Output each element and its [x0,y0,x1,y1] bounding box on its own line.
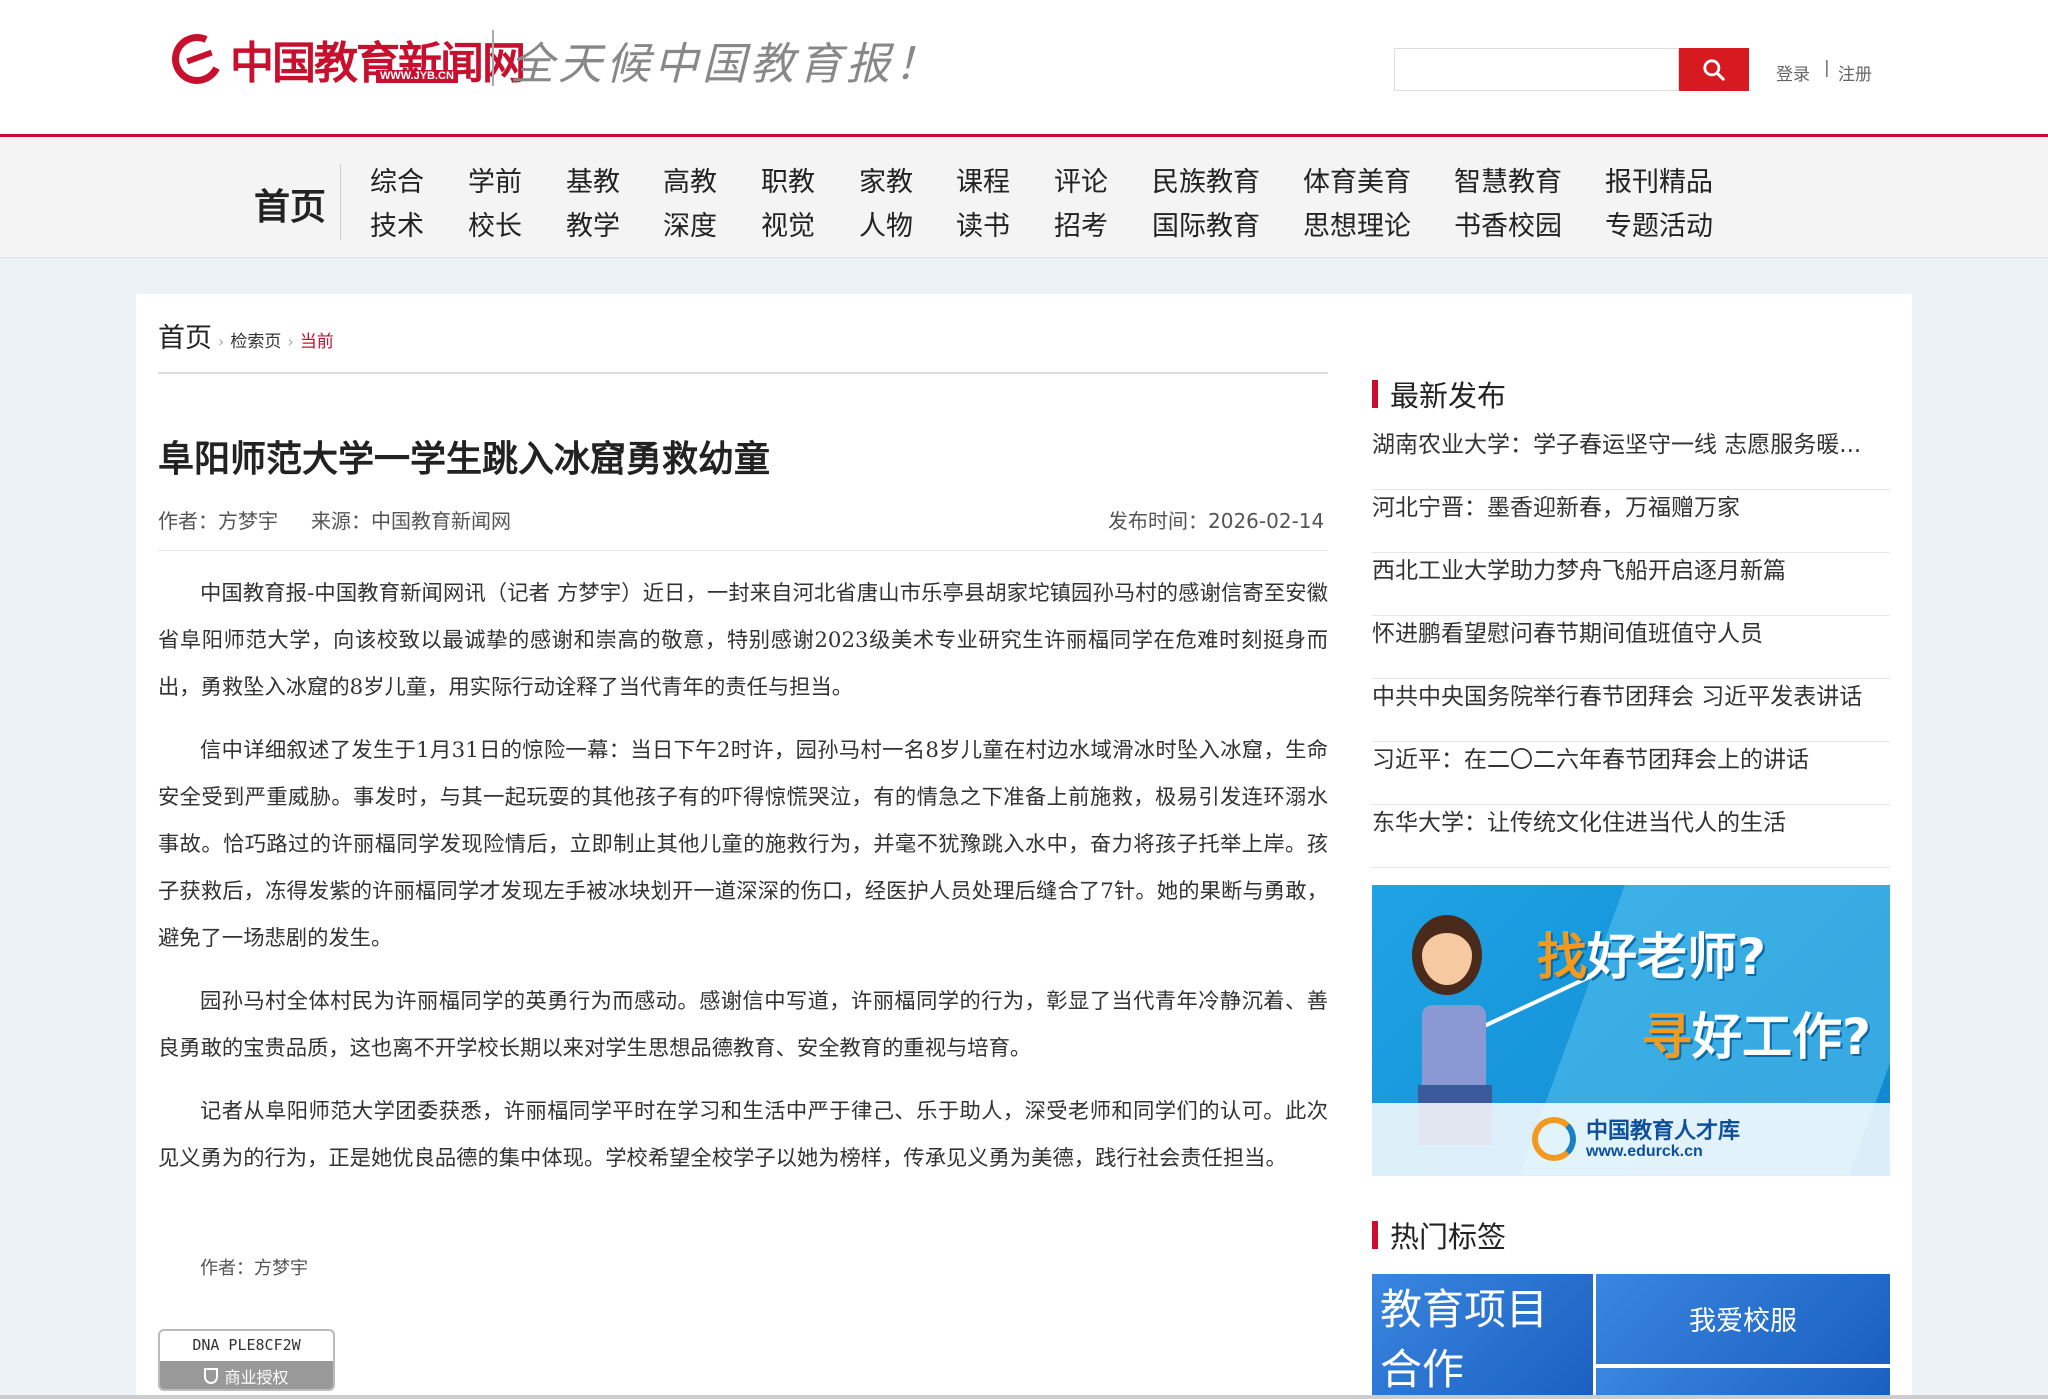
section-marker [1372,1221,1378,1249]
article-paragraph: 信中详细叙述了发生于1月31日的惊险一幕：当日下午2时许，园孙马村一名8岁儿童在… [158,738,1328,951]
latest-news-item[interactable]: 湖南农业大学：学子春运坚守一线 志愿服务暖... [1372,427,1890,490]
hot-tag-tile[interactable]: 教育项目合作 [1372,1274,1593,1399]
nav-item[interactable]: 评论 [1054,160,1108,199]
ad-text: 好工作? [1692,1008,1872,1066]
teacher-illustration [1412,915,1482,995]
nav-item[interactable]: 智慧教育 [1454,160,1562,199]
article-publish-time: 发布时间：2026-02-14 [1108,509,1325,533]
search-button[interactable] [1679,48,1749,91]
latest-news-item[interactable]: 东华大学：让传统文化住进当代人的生活 [1372,805,1890,868]
nav-item[interactable]: 读书 [956,204,1010,243]
nav-item[interactable]: 国际教育 [1152,204,1260,243]
search-icon [1703,58,1725,81]
nav-item[interactable]: 高教 [663,160,717,199]
latest-news-item[interactable]: 河北宁晋：墨香迎新春，万福赠万家 [1372,490,1890,553]
main-nav: 首页 综合 学前 基教 高教 职教 家教 课程 评论 民族教育 体育美育 智慧教… [0,140,2048,258]
nav-item[interactable]: 职教 [761,160,815,199]
breadcrumb-home[interactable]: 首页 [158,316,212,355]
dna-code: DNA PLE8CF2W [192,1336,301,1354]
latest-news-item[interactable]: 习近平：在二〇二六年春节团拜会上的讲话 [1372,742,1890,805]
nav-item[interactable]: 综合 [370,160,424,199]
ad-highlight: 寻 [1642,1008,1692,1066]
site-logo[interactable]: 中国教育新闻网 [164,26,526,92]
ad-headline-2: 寻好工作? [1642,997,1871,1069]
nav-divider [340,164,341,240]
nav-item[interactable]: 家教 [859,160,913,199]
article-paragraph: 中国教育报-中国教育新闻网讯（记者 方梦宇）近日，一封来自河北省唐山市乐亭县胡家… [158,581,1328,700]
breadcrumb-search-page[interactable]: 检索页 [230,327,281,352]
dna-license-badge[interactable]: DNA PLE8CF2W 商业授权 [158,1329,335,1391]
nav-item[interactable]: 课程 [956,160,1010,199]
ad-highlight: 找 [1537,928,1587,986]
site-header: 中国教育新闻网 WWW.JYB.CN 全天候中国教育报！ 登录 | 注册 [0,0,2048,137]
article-author: 作者：方梦宇 [158,509,278,533]
hot-tag-tile[interactable]: 我爱校服 [1596,1274,1890,1364]
slogan: 全天候中国教育报！ [510,39,942,90]
teacher-body [1422,1005,1486,1095]
nav-item[interactable]: 基教 [566,160,620,199]
login-separator: | [1824,58,1830,78]
article-source: 来源：中国教育新闻网 [311,509,511,533]
latest-section-header: 最新发布 [1372,373,1506,415]
tags-section-title: 热门标签 [1390,1220,1507,1254]
ad-headline-1: 找好老师? [1537,917,1766,989]
nav-item[interactable]: 体育美育 [1303,160,1411,199]
nav-item[interactable]: 民族教育 [1152,160,1260,199]
breadcrumb-divider [158,372,1328,374]
meta-divider [158,550,1328,551]
article-title: 阜阳师范大学一学生跳入冰窟勇救幼童 [158,439,771,480]
nav-item[interactable]: 深度 [663,204,717,243]
page-bottom-edge [0,1395,2048,1399]
logo-e-icon [164,26,230,92]
article-end-author: 作者：方梦宇 [200,1258,308,1279]
chevron-right-icon: › [287,332,294,351]
latest-news-item[interactable]: 怀进鹏看望慰问春节期间值班值守人员 [1372,616,1890,679]
section-marker [1372,380,1378,408]
article-paragraph: 园孙马村全体村民为许丽楅同学的英勇行为而感动。感谢信中写道，许丽楅同学的行为，彰… [158,989,1328,1061]
breadcrumb: 首页 › 检索页 › 当前 [158,316,334,355]
edurck-logo-icon [1532,1117,1576,1161]
ad-brand-name: 中国教育人才库 [1586,1119,1741,1144]
article-paragraph: 记者从阜阳师范大学团委获悉，许丽楅同学平时在学习和生活中严于律己、乐于助人，深受… [158,1099,1328,1171]
chevron-right-icon: › [218,332,225,351]
nav-item[interactable]: 专题活动 [1605,204,1713,243]
logo-divider [492,30,494,86]
latest-news-item[interactable]: 西北工业大学助力梦舟飞船开启逐月新篇 [1372,553,1890,616]
nav-home[interactable]: 首页 [254,178,326,230]
nav-item[interactable]: 校长 [468,204,522,243]
latest-news-item[interactable]: 中共中央国务院举行春节团拜会 习近平发表讲话 [1372,679,1890,742]
tags-section-header: 热门标签 [1372,1214,1506,1256]
nav-item[interactable]: 技术 [370,204,424,243]
ad-brand-url: www.edurck.cn [1586,1143,1703,1160]
nav-item[interactable]: 思想理论 [1303,204,1411,243]
logo-url-badge: WWW.JYB.CN [376,70,458,83]
login-link[interactable]: 登录 [1776,60,1810,85]
talent-ad-banner[interactable]: 找好老师? 寻好工作? 中国教育人才库 www.edurck.cn [1372,885,1890,1176]
nav-item[interactable]: 报刊精品 [1605,160,1713,199]
search-input[interactable] [1394,48,1679,91]
nav-item[interactable]: 人物 [859,204,913,243]
nav-item[interactable]: 视觉 [761,204,815,243]
dna-license-bar: 商业授权 [160,1361,333,1389]
nav-item[interactable]: 学前 [468,160,522,199]
shield-icon [204,1368,219,1384]
dna-license-label: 商业授权 [224,1368,289,1387]
breadcrumb-current: 当前 [299,332,334,352]
ad-text: 好老师? [1587,928,1767,986]
ad-brand-bar: 中国教育人才库 www.edurck.cn [1372,1103,1890,1176]
register-link[interactable]: 注册 [1838,60,1872,85]
nav-item[interactable]: 书香校园 [1454,204,1562,243]
nav-item[interactable]: 招考 [1054,204,1108,243]
nav-item[interactable]: 教学 [566,204,620,243]
latest-section-title: 最新发布 [1390,379,1507,413]
